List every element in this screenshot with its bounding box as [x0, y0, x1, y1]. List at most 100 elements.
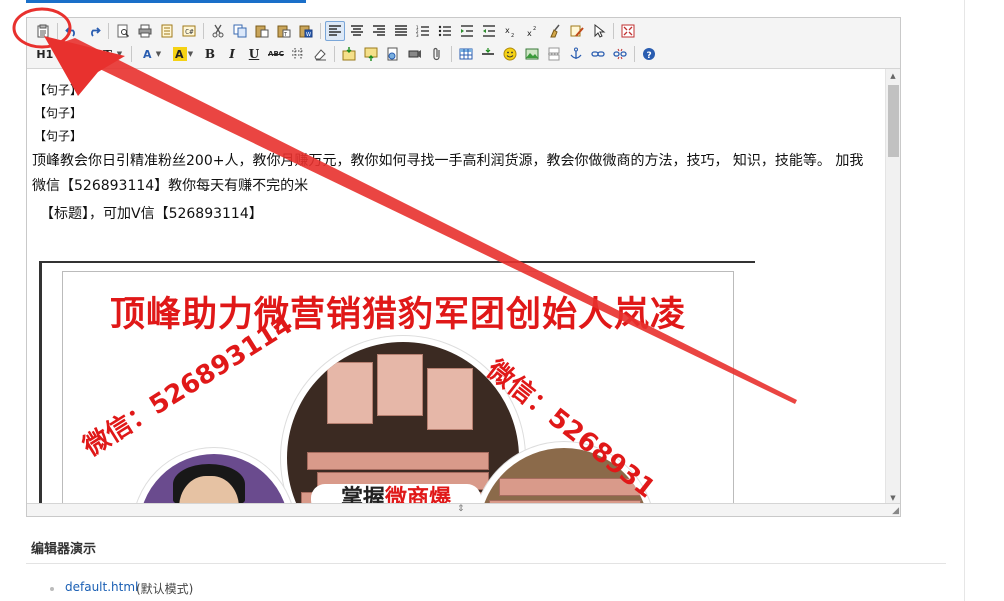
svg-text:3: 3 [416, 33, 419, 38]
insert-media-icon[interactable] [405, 44, 425, 64]
chevron-down-icon: ▼ [187, 50, 194, 58]
font-color-button[interactable]: A ▼ [136, 44, 166, 64]
toolbar-separator [613, 23, 614, 39]
drag-handle-icon[interactable]: ⇕ [457, 505, 465, 514]
scrollbar-thumb[interactable] [888, 85, 899, 157]
bold-button[interactable]: B [200, 44, 220, 64]
banknote [427, 368, 473, 430]
page-break-icon[interactable] [544, 44, 564, 64]
highlight-color-button[interactable]: A ▼ [168, 44, 198, 64]
svg-text:F: F [70, 48, 81, 61]
toolbar-row-2: H1 ▼ F ▼ T ▼ A ▼ A ▼ B I U ABC ? [33, 43, 661, 65]
poster-banner: 掌握微商爆 [311, 484, 481, 505]
poster-canvas: 顶峰助力微营销猎豹军团创始人岚凌 掌握微商爆 微信：526893114 微信：5… [62, 271, 734, 505]
toolbar-separator [451, 46, 452, 62]
superscript-icon[interactable]: x2 [523, 21, 543, 41]
outdent-icon[interactable] [479, 21, 499, 41]
font-size-dropdown[interactable]: T ▼ [97, 44, 127, 64]
bullet-icon [50, 587, 54, 591]
align-center-icon[interactable] [347, 21, 367, 41]
image-icon[interactable] [522, 44, 542, 64]
chevron-down-icon: ▼ [54, 50, 60, 58]
align-justify-icon[interactable] [391, 21, 411, 41]
sentence-line: 【句子】 [34, 106, 83, 120]
table-icon[interactable] [456, 44, 476, 64]
paste-plain-icon[interactable] [33, 21, 53, 41]
preview-icon[interactable] [113, 21, 133, 41]
chevron-down-icon: ▼ [155, 50, 162, 58]
help-icon[interactable]: ? [639, 44, 659, 64]
anchor-icon[interactable] [566, 44, 586, 64]
attachment-icon[interactable] [427, 44, 447, 64]
emoticon-icon[interactable] [500, 44, 520, 64]
chevron-down-icon: ▼ [116, 50, 123, 58]
italic-button[interactable]: I [222, 44, 242, 64]
insert-row-after-icon[interactable] [361, 44, 381, 64]
insert-frame-icon[interactable] [383, 44, 403, 64]
svg-text:?: ? [647, 51, 652, 61]
section-divider [26, 563, 946, 564]
strikethrough-button[interactable]: ABC [266, 44, 286, 64]
page-divider [964, 0, 965, 601]
poster-image[interactable]: 顶峰助力微营销猎豹军团创始人岚凌 掌握微商爆 微信：526893114 微信：5… [39, 257, 757, 505]
ordered-list-icon[interactable]: 123 [413, 21, 433, 41]
banknote [377, 354, 423, 416]
title-line: 【标题】，可加V信【526893114】 [40, 206, 263, 222]
underline-button[interactable]: U [244, 44, 264, 64]
eraser-icon[interactable] [310, 44, 330, 64]
cut-icon[interactable] [208, 21, 228, 41]
select-all-icon[interactable] [589, 21, 609, 41]
toolbar-separator [57, 23, 58, 39]
copy-icon[interactable] [230, 21, 250, 41]
svg-text:x: x [505, 26, 510, 35]
svg-text:A: A [143, 48, 152, 61]
banknote-stack [307, 452, 489, 470]
vertical-scrollbar[interactable]: ▲ ▼ [885, 69, 900, 505]
format-painter-icon[interactable] [567, 21, 587, 41]
paste-icon[interactable] [252, 21, 272, 41]
body-paragraph: 顶峰教会你日引精准粉丝200+人，教你月赚万元，教你如何寻找一手高利润货源，教会… [32, 153, 864, 194]
money-photo [281, 336, 525, 505]
link-icon[interactable] [588, 44, 608, 64]
undo-icon[interactable] [62, 21, 82, 41]
toolbar-separator [131, 46, 132, 62]
paste-text-icon[interactable]: T [274, 21, 294, 41]
poster-headline: 顶峰助力微营销猎豹军团创始人岚凌 [109, 295, 686, 335]
subscript-icon[interactable]: x2 [501, 21, 521, 41]
top-accent-strip [26, 0, 306, 3]
code-icon[interactable]: C# [179, 21, 199, 41]
svg-text:2: 2 [511, 33, 514, 38]
banknote [327, 362, 373, 424]
insert-row-before-icon[interactable] [339, 44, 359, 64]
unlink-icon[interactable] [610, 44, 630, 64]
redo-icon[interactable] [84, 21, 104, 41]
toolbar-separator [320, 23, 321, 39]
unordered-list-icon[interactable] [435, 21, 455, 41]
portrait-photo [133, 448, 295, 505]
paste-word-icon[interactable]: W [296, 21, 316, 41]
svg-text:2: 2 [533, 26, 536, 32]
demo-link-note: (默认模式) [136, 582, 194, 596]
dotted-border-icon[interactable] [288, 44, 308, 64]
fullscreen-icon[interactable] [618, 21, 638, 41]
section-heading: 编辑器演示 [31, 542, 97, 557]
print-icon[interactable] [135, 21, 155, 41]
indent-icon[interactable] [457, 21, 477, 41]
poster-frame [39, 261, 42, 505]
demo-link-default[interactable]: default.html [65, 580, 138, 594]
svg-text:C#: C# [185, 28, 194, 36]
sentence-line: 【句子】 [34, 129, 83, 143]
clear-format-icon[interactable] [545, 21, 565, 41]
align-right-icon[interactable] [369, 21, 389, 41]
font-family-dropdown[interactable]: F ▼ [65, 44, 95, 64]
scroll-up-arrow-icon[interactable]: ▲ [886, 69, 900, 83]
heading-dropdown[interactable]: H1 ▼ [33, 44, 63, 64]
editor-content-area[interactable]: 【句子】 【句子】 【句子】 顶峰教会你日引精准粉丝200+人，教你月赚万元，教… [27, 69, 886, 505]
toolbar-row-1: C# T W 1 2 3 x 2 x 2 [33, 20, 640, 42]
template-icon[interactable] [157, 21, 177, 41]
editor-toolbar: C# T W 1 2 3 x 2 x 2 H1 ▼ F ▼ T ▼ A ▼ A … [27, 18, 900, 69]
resize-grip-icon[interactable]: ◢ [892, 506, 899, 516]
horizontal-rule-icon[interactable] [478, 44, 498, 64]
rich-text-editor: C# T W 1 2 3 x 2 x 2 H1 ▼ F ▼ T ▼ A ▼ A … [26, 17, 901, 517]
align-left-icon[interactable] [325, 21, 345, 41]
